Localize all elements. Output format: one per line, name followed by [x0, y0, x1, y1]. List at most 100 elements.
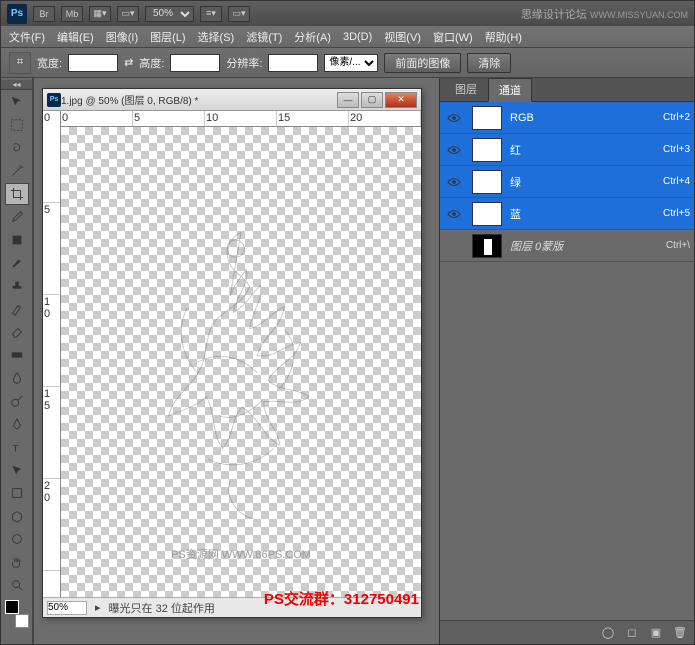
channel-row[interactable]: 蓝 Ctrl+5: [440, 198, 694, 230]
bridge-button[interactable]: Br: [33, 6, 55, 22]
doc-icon: Ps: [47, 93, 61, 107]
artwork: [133, 174, 349, 550]
doc-titlebar[interactable]: Ps 1.jpg @ 50% (图层 0, RGB/8) * — ▢ ✕: [43, 89, 421, 111]
hand-tool[interactable]: [5, 551, 29, 573]
res-label: 分辨率:: [226, 55, 262, 71]
shape-tool[interactable]: [5, 482, 29, 504]
channel-name: 蓝: [510, 206, 655, 222]
toolbox: ◂◂ T: [1, 78, 33, 644]
tab-layers[interactable]: 图层: [444, 77, 488, 101]
lasso-tool[interactable]: [5, 137, 29, 159]
visibility-icon[interactable]: [444, 113, 464, 123]
wand-tool[interactable]: [5, 160, 29, 182]
arrange-docs-button[interactable]: ▦▾: [89, 6, 111, 22]
channels-footer: ◯ ◻ ▣ 🗑: [440, 620, 694, 644]
canvas[interactable]: PS资源网 WWW.86PS.COM: [61, 127, 421, 597]
width-label: 宽度:: [37, 55, 62, 71]
brush-tool[interactable]: [5, 252, 29, 274]
canvas-watermark: PS资源网 WWW.86PS.COM: [171, 546, 311, 562]
new-channel-icon[interactable]: ▣: [648, 625, 664, 641]
background-swatch[interactable]: [15, 614, 29, 628]
swap-icon[interactable]: ⇄: [124, 56, 133, 69]
tab-channels[interactable]: 通道: [488, 78, 532, 102]
channel-name: RGB: [510, 112, 655, 124]
path-select-tool[interactable]: [5, 459, 29, 481]
visibility-icon[interactable]: [444, 145, 464, 155]
channel-row[interactable]: RGBCtrl+2: [440, 102, 694, 134]
heal-tool[interactable]: [5, 229, 29, 251]
eraser-tool[interactable]: [5, 321, 29, 343]
channel-row[interactable]: 红Ctrl+3: [440, 134, 694, 166]
doc-maximize-button[interactable]: ▢: [361, 92, 383, 108]
channel-shortcut: Ctrl+3: [663, 144, 690, 155]
channel-thumbnail: [472, 170, 502, 194]
dodge-tool[interactable]: [5, 390, 29, 412]
svg-text:T: T: [12, 443, 18, 454]
channel-shortcut: Ctrl+5: [663, 208, 690, 219]
menu-help[interactable]: 帮助(H): [485, 29, 522, 45]
doc-minimize-button[interactable]: —: [337, 92, 359, 108]
workspace-button[interactable]: ▭▾: [228, 6, 250, 22]
menu-edit[interactable]: 编辑(E): [57, 29, 94, 45]
menu-file[interactable]: 文件(F): [9, 29, 45, 45]
menu-3d[interactable]: 3D(D): [343, 31, 372, 43]
overlay-text: PS交流群：312750491: [264, 588, 419, 609]
height-input[interactable]: [170, 54, 220, 72]
move-tool[interactable]: [5, 91, 29, 113]
screen-mode-button[interactable]: ▭▾: [117, 6, 139, 22]
app-logo: Ps: [7, 4, 27, 24]
type-tool[interactable]: T: [5, 436, 29, 458]
doc-title: 1.jpg @ 50% (图层 0, RGB/8) *: [61, 92, 337, 107]
options-bar: ⌗ 宽度: ⇄ 高度: 分辨率: 像素/... 前面的图像 清除: [1, 48, 694, 78]
channel-thumbnail: [472, 234, 502, 258]
foreground-swatch[interactable]: [5, 600, 19, 614]
channel-shortcut: Ctrl+\: [666, 240, 690, 251]
menu-analysis[interactable]: 分析(A): [294, 29, 331, 45]
channel-name: 绿: [510, 174, 655, 190]
marquee-tool[interactable]: [5, 114, 29, 136]
channel-thumbnail: [472, 202, 502, 226]
visibility-icon[interactable]: [444, 177, 464, 187]
menu-bar: 文件(F) 编辑(E) 图像(I) 图层(L) 选择(S) 滤镜(T) 分析(A…: [1, 26, 694, 48]
minibridge-button[interactable]: Mb: [61, 6, 83, 22]
3d-camera-tool[interactable]: [5, 528, 29, 550]
watermark: 思缘设计论坛 WWW.MISSYUAN.COM: [521, 6, 688, 22]
eyedropper-tool[interactable]: [5, 206, 29, 228]
blur-tool[interactable]: [5, 367, 29, 389]
width-input[interactable]: [68, 54, 118, 72]
visibility-icon[interactable]: [444, 209, 464, 219]
menu-layer[interactable]: 图层(L): [150, 29, 185, 45]
load-selection-icon[interactable]: ◯: [600, 625, 616, 641]
delete-channel-icon[interactable]: 🗑: [672, 625, 688, 641]
extras-button[interactable]: ≡▾: [200, 6, 222, 22]
menu-window[interactable]: 窗口(W): [433, 29, 473, 45]
height-label: 高度:: [139, 55, 164, 71]
channels-list: RGBCtrl+2红Ctrl+3绿Ctrl+4 蓝 Ctrl+5 图层 0蒙版Ctrl…: [440, 102, 694, 620]
crop-tool[interactable]: [5, 183, 29, 205]
stamp-tool[interactable]: [5, 275, 29, 297]
front-image-button[interactable]: 前面的图像: [384, 53, 461, 73]
channel-row[interactable]: 绿Ctrl+4: [440, 166, 694, 198]
toolbox-collapse[interactable]: ◂◂: [1, 80, 32, 90]
3d-tool[interactable]: [5, 505, 29, 527]
clear-button[interactable]: 清除: [467, 53, 511, 73]
channel-thumbnail: [472, 138, 502, 162]
color-swatches[interactable]: [5, 600, 29, 628]
unit-select[interactable]: 像素/...: [324, 54, 378, 72]
history-brush-tool[interactable]: [5, 298, 29, 320]
channel-row[interactable]: 图层 0蒙版Ctrl+\: [440, 230, 694, 262]
zoom-tool[interactable]: [5, 574, 29, 596]
pen-tool[interactable]: [5, 413, 29, 435]
crop-tool-icon[interactable]: ⌗: [9, 52, 31, 74]
gradient-tool[interactable]: [5, 344, 29, 366]
menu-filter[interactable]: 滤镜(T): [246, 29, 282, 45]
channel-thumbnail: [472, 106, 502, 130]
menu-image[interactable]: 图像(I): [106, 29, 138, 45]
menu-select[interactable]: 选择(S): [198, 29, 235, 45]
save-selection-icon[interactable]: ◻: [624, 625, 640, 641]
menu-view[interactable]: 视图(V): [384, 29, 421, 45]
res-input[interactable]: [268, 54, 318, 72]
zoom-input[interactable]: [47, 601, 87, 615]
doc-close-button[interactable]: ✕: [385, 92, 417, 108]
zoom-select[interactable]: 50%: [145, 6, 194, 22]
